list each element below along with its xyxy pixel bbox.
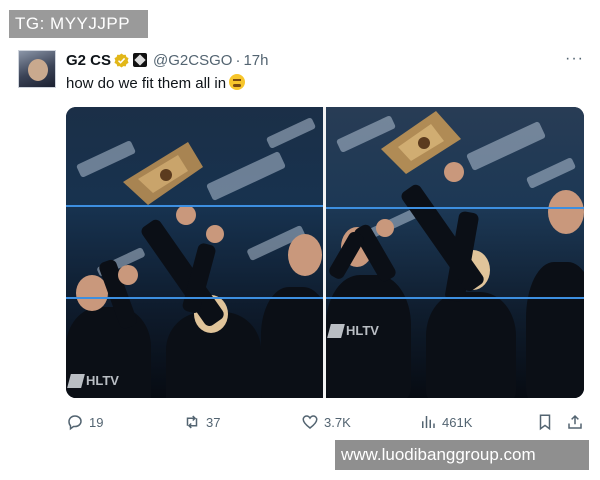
views-chart-icon [422,416,435,428]
media-photo-right[interactable]: HLTV [326,107,584,398]
reply-count: 19 [89,414,104,430]
views-button[interactable]: 461K [419,413,472,431]
avatar[interactable] [18,50,56,88]
share-button[interactable] [566,413,584,436]
repost-icon [186,415,198,429]
action-bar: 19 37 3.7K 461K [0,413,600,433]
more-options-icon[interactable]: ··· [565,50,584,68]
tweet-media[interactable]: HLTV HLTV [66,107,584,398]
affiliate-badge-icon [133,53,148,67]
tweet-header: G2 CS @G2CSGO · 17h [66,50,268,70]
like-count: 3.7K [324,414,351,430]
verified-badge-icon [114,52,129,68]
view-count: 461K [442,414,473,430]
like-button[interactable]: 3.7K [301,413,351,431]
handle[interactable]: @G2CSGO [153,52,232,69]
tweet-body: how do we fit them all in [66,75,227,92]
hltv-logo-right: HLTV [327,323,379,338]
repost-count: 37 [206,414,221,430]
timestamp[interactable]: 17h [243,52,268,69]
separator: · [235,51,241,69]
share-icon [568,414,582,429]
display-name[interactable]: G2 CS [66,52,111,69]
heart-icon [302,415,318,429]
watermark-bottom: www.luodibanggroup.com [335,440,589,470]
weary-face-emoji-icon [229,74,246,90]
hltv-logo-left: HLTV [67,373,119,388]
watermark-top: TG: MYYJJPP [9,10,148,38]
repost-button[interactable]: 37 [183,413,220,431]
bookmark-button[interactable] [536,413,554,436]
bookmark-icon [539,414,551,431]
tweet-text: how do we fit them all in [66,74,246,92]
reply-button[interactable]: 19 [66,413,103,431]
media-photo-left[interactable]: HLTV [66,107,323,398]
trophy-icon [123,142,203,205]
reply-icon [68,415,82,431]
